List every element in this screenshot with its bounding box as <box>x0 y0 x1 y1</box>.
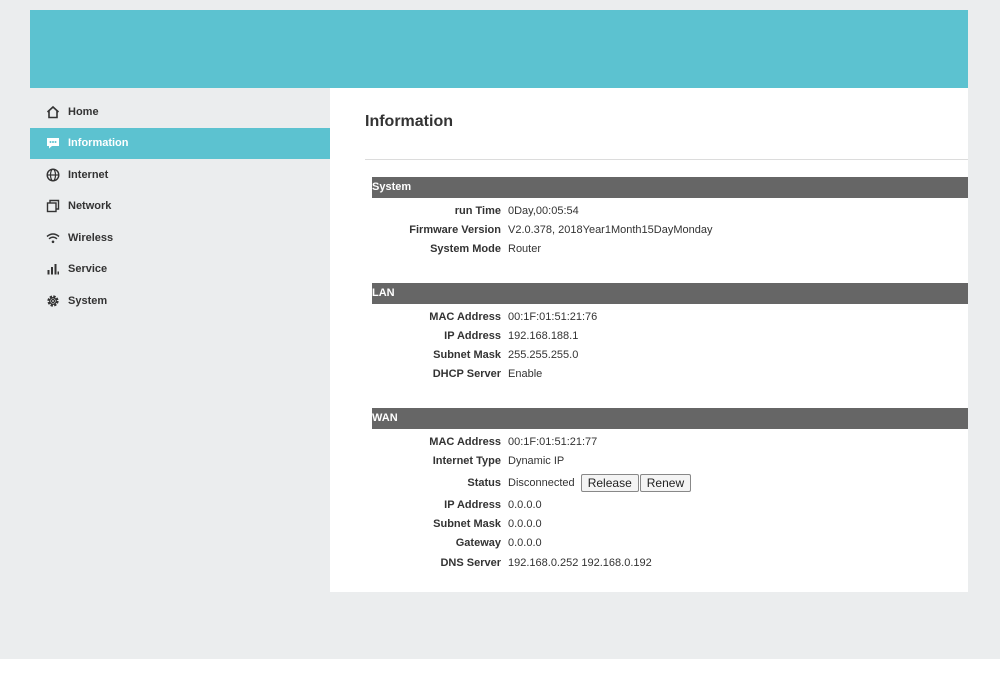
row-label: DHCP Server <box>432 368 501 380</box>
row-label: MAC Address <box>429 436 501 448</box>
info-row: Internet Type Dynamic IP <box>372 452 968 471</box>
info-row: IP Address 0.0.0.0 <box>372 496 968 515</box>
sidebar-item-network[interactable]: Network <box>30 191 330 223</box>
sidebar-item-information[interactable]: Information <box>30 127 330 159</box>
sidebar-item-label: Home <box>68 105 99 118</box>
home-icon <box>46 105 60 119</box>
info-row: MAC Address 00:1F:01:51:21:77 <box>372 433 968 452</box>
row-value: 00:1F:01:51:21:77 <box>508 436 598 448</box>
sidebar-item-label: System <box>68 294 108 307</box>
row-label: Internet Type <box>432 455 501 467</box>
info-row: run Time 0Day,00:05:54 <box>372 202 968 221</box>
section-heading: System <box>372 181 412 193</box>
renew-button[interactable]: Renew <box>639 474 692 493</box>
info-row: Gateway 0.0.0.0 <box>372 534 968 553</box>
row-value: 0Day,00:05:54 <box>508 205 579 217</box>
sidebar-item-wireless[interactable]: Wireless <box>30 222 330 254</box>
main-content: Information System run Time 0Day,00:05:5… <box>330 88 968 592</box>
row-label: Subnet Mask <box>433 518 501 530</box>
row-value: 255.255.255.0 <box>508 349 579 361</box>
row-label: IP Address <box>444 330 501 342</box>
info-row: IP Address 192.168.188.1 <box>372 327 968 346</box>
row-value: 0.0.0.0 <box>508 499 542 511</box>
row-value: Enable <box>508 368 543 380</box>
info-row: Firmware Version V2.0.378, 2018Year1Mont… <box>372 221 968 240</box>
row-value: Disconnected <box>508 477 575 489</box>
lan-section-header: LAN <box>372 283 968 304</box>
row-label: run Time <box>454 205 501 217</box>
row-label: MAC Address <box>429 311 501 323</box>
row-label: Subnet Mask <box>433 349 501 361</box>
wifi-icon <box>46 231 60 245</box>
row-value: 192.168.0.252 192.168.0.192 <box>508 557 652 569</box>
chat-icon <box>46 136 60 150</box>
row-label: IP Address <box>444 499 501 511</box>
title-divider <box>365 159 968 160</box>
section-heading: WAN <box>372 412 398 424</box>
row-value: Dynamic IP <box>508 455 565 467</box>
system-section-header: System <box>372 177 968 198</box>
wan-section-header: WAN <box>372 408 968 429</box>
row-value: V2.0.378, 2018Year1Month15DayMonday <box>508 224 713 236</box>
info-row: DNS Server 192.168.0.252 192.168.0.192 <box>372 554 968 573</box>
info-row: System Mode Router <box>372 240 968 259</box>
sidebar-item-label: Internet <box>68 168 109 181</box>
sidebar-item-label: Wireless <box>68 231 114 244</box>
row-label: Gateway <box>455 537 501 549</box>
info-row: MAC Address 00:1F:01:51:21:76 <box>372 308 968 327</box>
page-title: Information <box>365 113 453 130</box>
sidebar-item-label: Service <box>68 263 108 276</box>
sidebar-item-system[interactable]: System <box>30 285 330 317</box>
row-label: DNS Server <box>440 557 501 569</box>
row-value: 0.0.0.0 <box>508 537 542 549</box>
release-button[interactable]: Release <box>580 474 639 493</box>
section-heading: LAN <box>372 287 395 299</box>
info-row: DHCP Server Enable <box>372 365 968 384</box>
sidebar-item-label: Information <box>68 137 129 150</box>
row-label: Status <box>467 477 501 489</box>
row-label: Firmware Version <box>409 224 501 236</box>
sidebar-item-service[interactable]: Service <box>30 254 330 286</box>
globe-icon <box>46 168 60 182</box>
sidebar-item-home[interactable]: Home <box>30 96 330 128</box>
info-row: Subnet Mask 255.255.255.0 <box>372 346 968 365</box>
wan-status-value: Disconnected Release Renew <box>508 474 692 493</box>
header-banner <box>30 10 968 88</box>
info-row: Status Disconnected Release Renew <box>372 474 968 493</box>
row-value: 0.0.0.0 <box>508 518 542 530</box>
row-label: System Mode <box>430 243 501 255</box>
row-value: 192.168.188.1 <box>508 330 579 342</box>
sidebar-nav: Home Information Internet Network Wirele… <box>30 96 330 317</box>
sidebar-item-internet[interactable]: Internet <box>30 159 330 191</box>
gear-icon <box>46 294 60 308</box>
row-value: 00:1F:01:51:21:76 <box>508 311 598 323</box>
bar-chart-icon <box>46 262 60 276</box>
network-icon <box>46 199 60 213</box>
sidebar-item-label: Network <box>68 200 112 213</box>
info-row: Subnet Mask 0.0.0.0 <box>372 515 968 534</box>
row-value: Router <box>508 243 542 255</box>
